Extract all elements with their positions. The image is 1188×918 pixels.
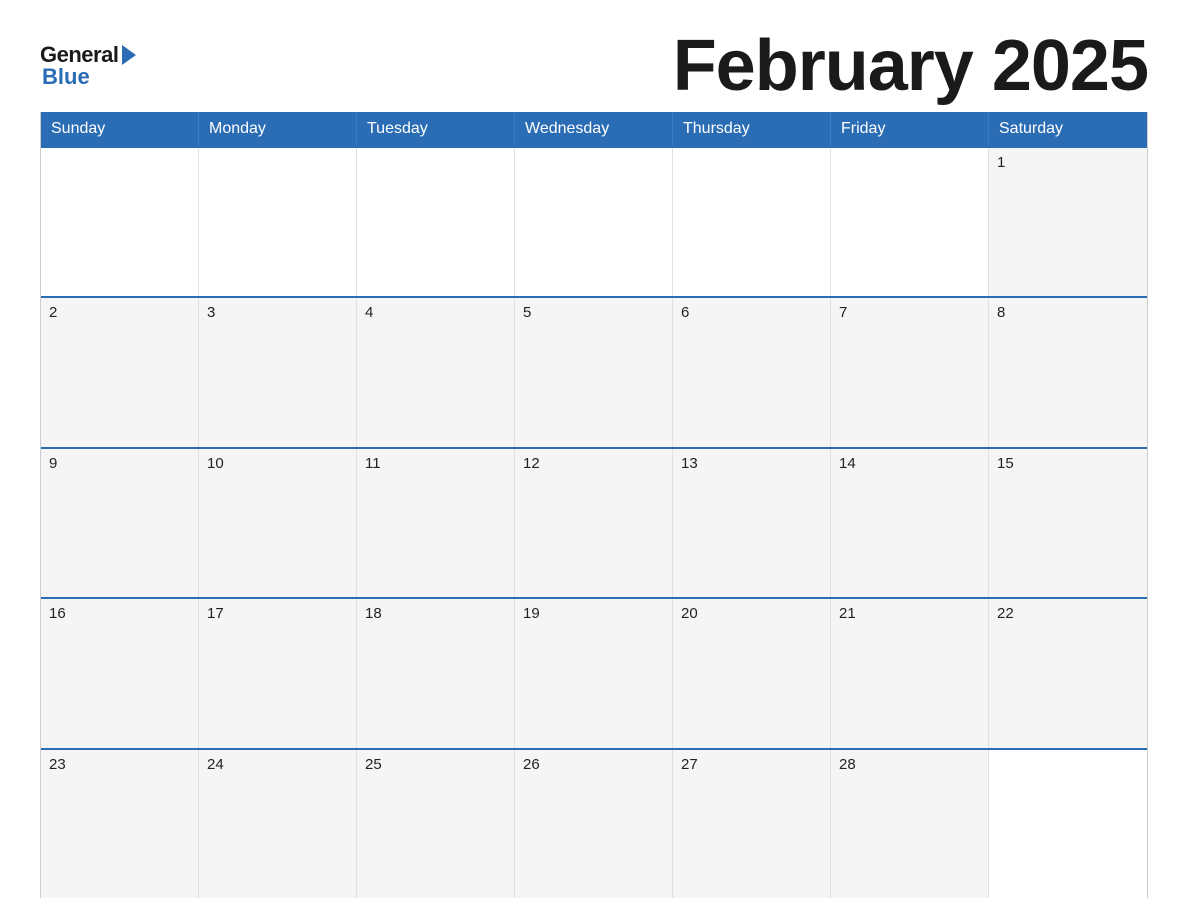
day-cell <box>199 148 357 296</box>
day-number: 20 <box>681 605 698 622</box>
logo-general-text: General <box>40 44 118 66</box>
day-number: 17 <box>207 605 224 622</box>
day-number: 6 <box>681 304 689 321</box>
week-row-1: 2 3 4 5 6 7 8 <box>41 296 1147 446</box>
day-number: 22 <box>997 605 1014 622</box>
day-number: 11 <box>365 455 381 472</box>
day-header-friday: Friday <box>831 112 989 146</box>
day-number: 2 <box>49 304 57 321</box>
day-number: 8 <box>997 304 1005 321</box>
day-header-saturday: Saturday <box>989 112 1147 146</box>
day-cell: 28 <box>831 750 989 898</box>
day-cell: 24 <box>199 750 357 898</box>
day-cell: 23 <box>41 750 199 898</box>
day-number: 21 <box>839 605 856 622</box>
day-number: 10 <box>207 455 224 472</box>
day-cell: 6 <box>673 298 831 446</box>
day-number: 27 <box>681 756 698 773</box>
day-cell <box>41 148 199 296</box>
day-cell: 10 <box>199 449 357 597</box>
weeks-container: 1234567891011121314151617181920212223242… <box>41 146 1147 898</box>
day-header-tuesday: Tuesday <box>357 112 515 146</box>
logo: General Blue <box>40 44 136 88</box>
week-row-0: 1 <box>41 146 1147 296</box>
day-cell: 15 <box>989 449 1147 597</box>
day-cell: 2 <box>41 298 199 446</box>
day-cell: 20 <box>673 599 831 747</box>
day-cell <box>357 148 515 296</box>
day-number: 7 <box>839 304 847 321</box>
day-number: 24 <box>207 756 224 773</box>
day-number: 1 <box>997 154 1005 171</box>
day-header-sunday: Sunday <box>41 112 199 146</box>
day-cell: 9 <box>41 449 199 597</box>
day-cell: 16 <box>41 599 199 747</box>
day-cell: 7 <box>831 298 989 446</box>
day-header-wednesday: Wednesday <box>515 112 673 146</box>
week-row-4: 23 24 25 26 27 28 <box>41 748 1147 898</box>
day-number: 25 <box>365 756 382 773</box>
day-cell <box>989 750 1147 898</box>
day-cell: 25 <box>357 750 515 898</box>
day-cell: 17 <box>199 599 357 747</box>
week-row-2: 9 10 11 12 13 14 15 <box>41 447 1147 597</box>
day-cell: 13 <box>673 449 831 597</box>
day-number: 4 <box>365 304 373 321</box>
day-cell: 19 <box>515 599 673 747</box>
day-number: 12 <box>523 455 540 472</box>
logo-triangle-icon <box>122 45 136 65</box>
day-cell: 5 <box>515 298 673 446</box>
day-cell: 18 <box>357 599 515 747</box>
week-row-3: 16 17 18 19 20 21 22 <box>41 597 1147 747</box>
day-cell <box>673 148 831 296</box>
day-number: 14 <box>839 455 856 472</box>
day-number: 13 <box>681 455 698 472</box>
header: General Blue February 2025 <box>40 30 1148 102</box>
day-cell: 8 <box>989 298 1147 446</box>
day-cell: 1 <box>989 148 1147 296</box>
day-headers-row: SundayMondayTuesdayWednesdayThursdayFrid… <box>41 112 1147 146</box>
day-cell: 21 <box>831 599 989 747</box>
day-cell <box>515 148 673 296</box>
day-cell: 3 <box>199 298 357 446</box>
day-number: 18 <box>365 605 382 622</box>
calendar: SundayMondayTuesdayWednesdayThursdayFrid… <box>40 112 1148 898</box>
day-cell: 11 <box>357 449 515 597</box>
logo-blue-text: Blue <box>42 66 136 88</box>
day-cell: 4 <box>357 298 515 446</box>
page: General Blue February 2025 SundayMondayT… <box>0 0 1188 918</box>
day-number: 3 <box>207 304 215 321</box>
day-number: 19 <box>523 605 540 622</box>
day-number: 23 <box>49 756 66 773</box>
day-header-thursday: Thursday <box>673 112 831 146</box>
day-number: 26 <box>523 756 540 773</box>
day-cell: 27 <box>673 750 831 898</box>
day-number: 5 <box>523 304 531 321</box>
day-cell: 26 <box>515 750 673 898</box>
month-title: February 2025 <box>673 30 1148 102</box>
day-header-monday: Monday <box>199 112 357 146</box>
day-cell: 22 <box>989 599 1147 747</box>
day-cell: 12 <box>515 449 673 597</box>
day-number: 28 <box>839 756 856 773</box>
day-number: 9 <box>49 455 57 472</box>
day-cell: 14 <box>831 449 989 597</box>
day-number: 15 <box>997 455 1014 472</box>
day-cell <box>831 148 989 296</box>
day-number: 16 <box>49 605 66 622</box>
